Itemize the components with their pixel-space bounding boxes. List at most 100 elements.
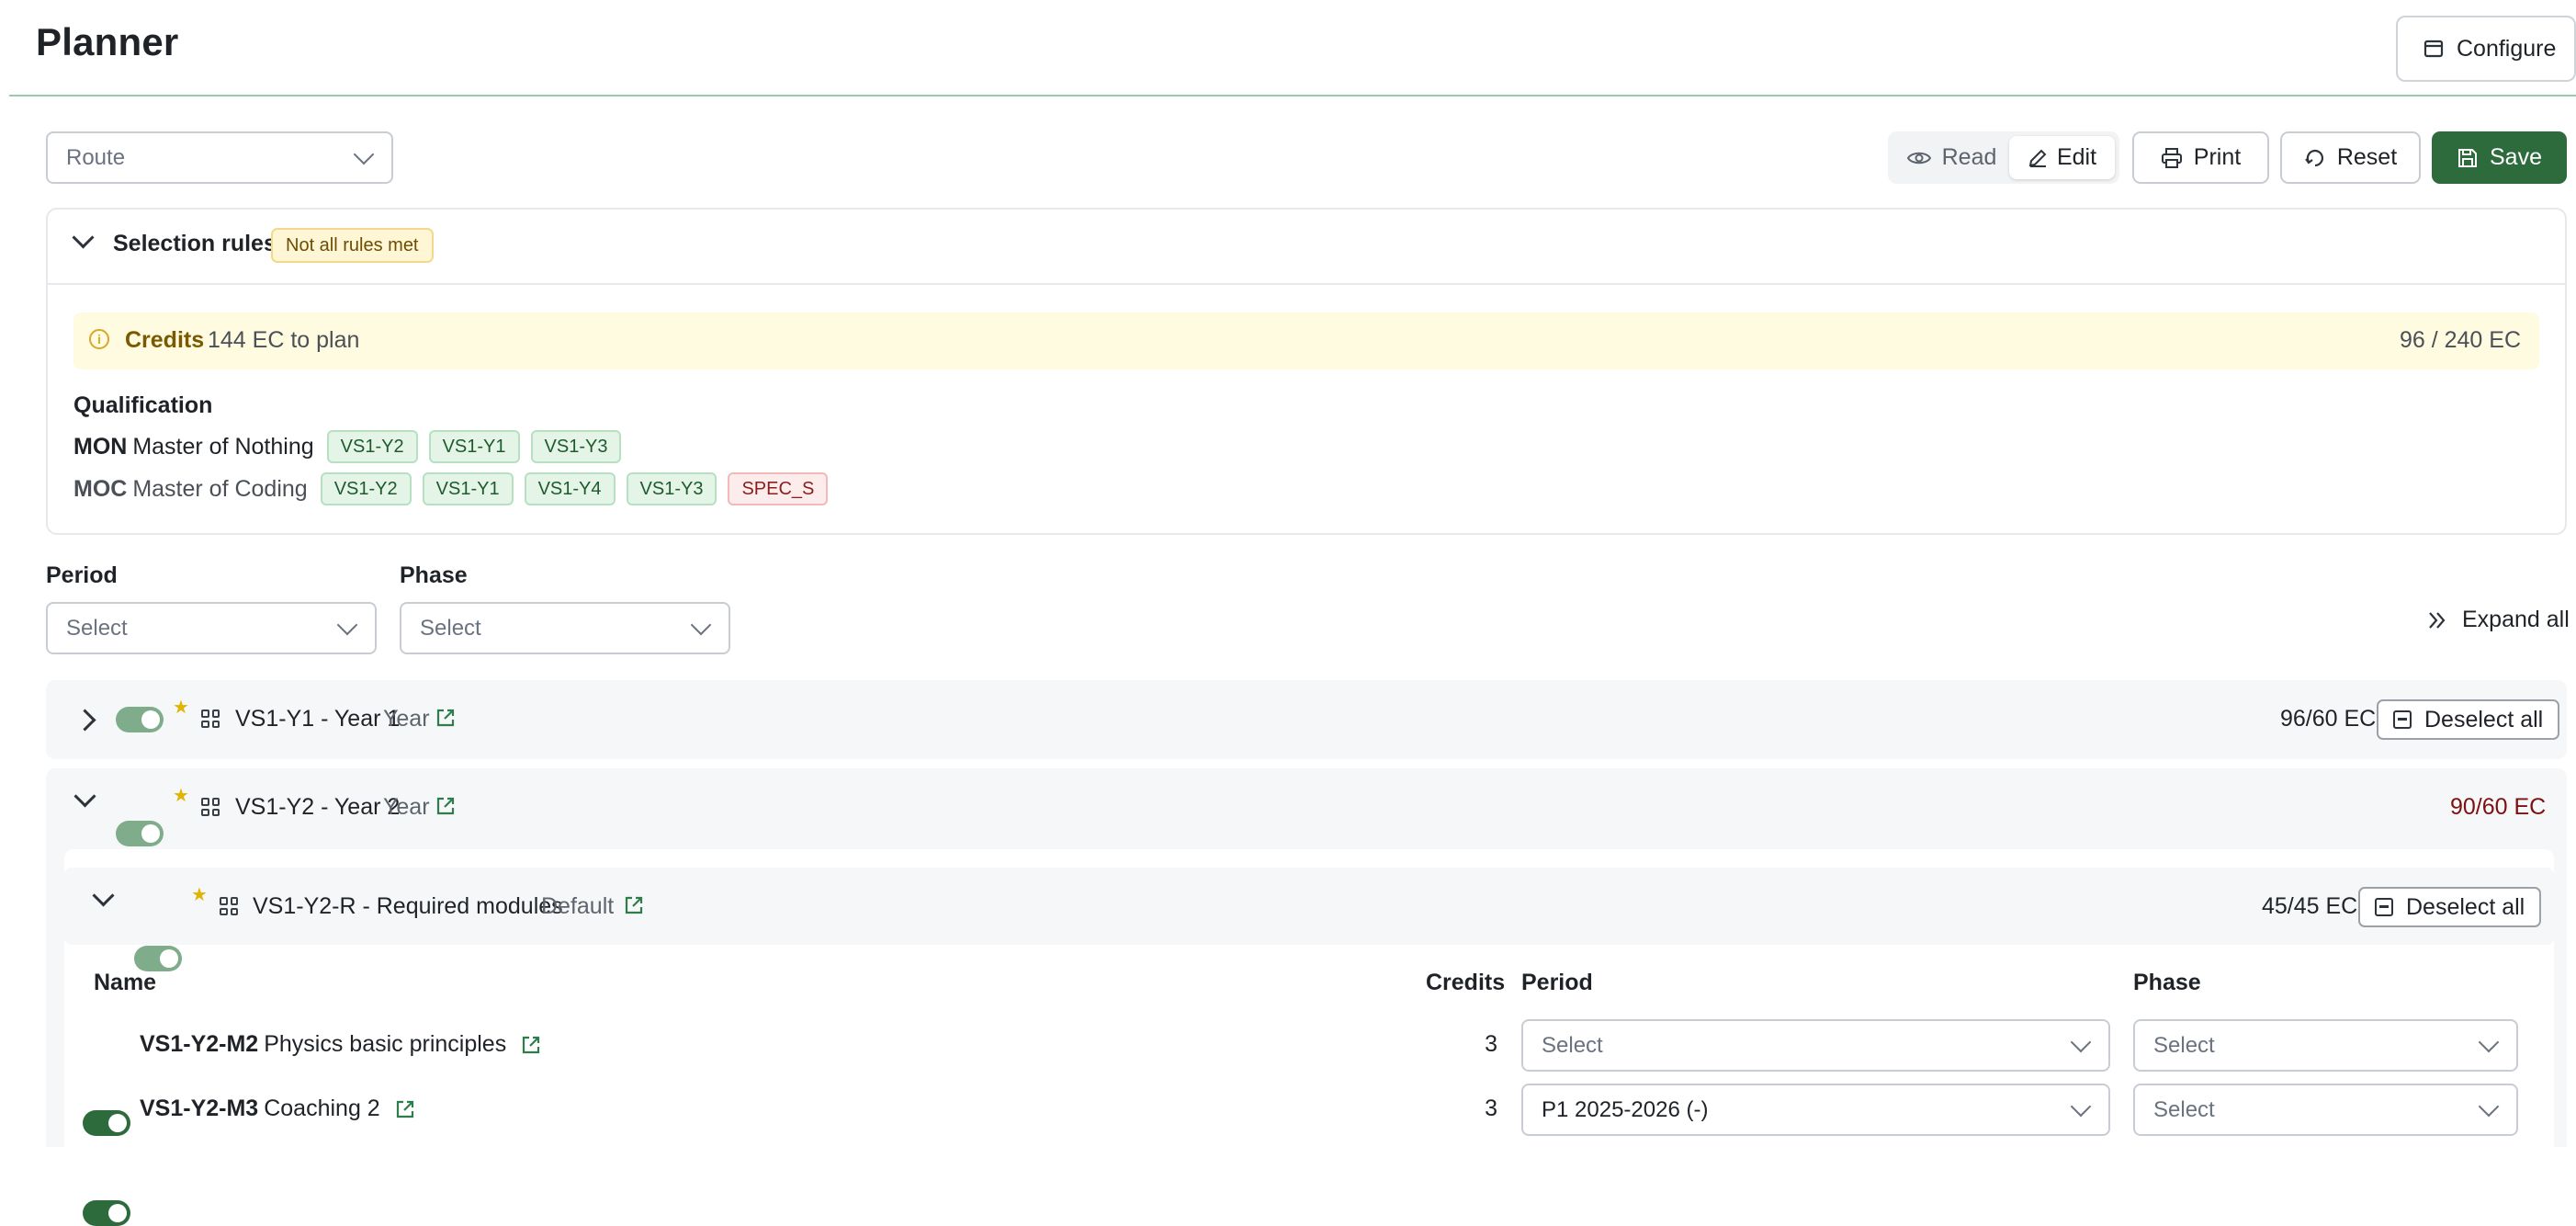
deselect-all-button[interactable]: Deselect all [2377,699,2560,740]
credits-total: 96 / 240 EC [2399,327,2521,353]
read-label: Read [1941,144,1997,170]
star-icon: ★ [191,885,208,905]
page-title: Planner [36,20,179,63]
qualification-code: MOC [73,475,128,502]
rule-tag: VS1-Y2 [326,430,418,463]
double-chevron-right-icon [2429,611,2446,629]
minus-square-icon [2393,710,2412,729]
module-period-value: P1 2025-2026 (-) [1542,1096,1709,1122]
chevron-down-icon [2478,1031,2500,1052]
group-toggle[interactable] [116,707,164,732]
qualification-row: MON Master of Nothing VS1-Y2 VS1-Y1 VS1-… [73,430,622,463]
qualification-heading: Qualification [73,392,213,418]
group-type: Year [383,706,430,732]
printer-icon [2161,147,2182,168]
module-period-select[interactable]: Select [1521,1019,2110,1072]
module-phase-value: Select [2153,1096,2215,1122]
module-code: VS1-Y2-M2 [140,1031,259,1057]
save-button[interactable]: Save [2432,131,2567,184]
grid-icon [201,798,220,816]
chevron-down-icon [690,614,712,635]
subgroup-credits: 45/45 EC [2262,893,2358,919]
grid-icon [201,709,220,728]
module-name: Physics basic principles [264,1031,507,1057]
save-label: Save [2490,144,2542,170]
print-button[interactable]: Print [2132,131,2269,184]
module-name-cell: VS1-Y2-M2 Physics basic principles [140,1031,541,1058]
configure-label: Configure [2457,35,2557,62]
edit-label: Edit [2056,144,2097,170]
subgroup-code: VS1-Y2-R - Required modules [253,893,563,919]
rules-divider [48,283,2565,285]
phase-filter-value: Select [420,615,481,641]
expand-group-toggle[interactable] [73,709,96,732]
planner-page: Planner Configure Route Read Edit Print … [0,0,2576,1226]
group-toggle[interactable] [116,821,164,846]
period-filter-value: Select [66,615,128,641]
reset-button[interactable]: Reset [2280,131,2421,184]
selection-rules-title: Selection rules [113,231,277,256]
subgroup-toggle[interactable] [134,946,182,971]
header-divider [9,95,2576,96]
qualification-row: MOC Master of Coding VS1-Y2 VS1-Y1 VS1-Y… [73,472,829,505]
rule-tag: VS1-Y1 [428,430,520,463]
module-toggle[interactable] [83,1200,130,1226]
chevron-down-icon [2070,1095,2092,1117]
group-credits: 90/60 EC [2450,794,2547,820]
rule-tag: VS1-Y2 [320,472,412,505]
route-select-value: Route [66,144,126,170]
qualification-name: Master of Nothing [132,433,314,460]
read-mode-button[interactable]: Read [1894,136,2009,179]
deselect-all-label: Deselect all [2406,893,2525,920]
column-header-credits: Credits [1426,970,1506,995]
phase-filter-select[interactable]: Select [400,602,730,654]
phase-filter-label: Phase [400,562,468,588]
external-link-icon[interactable] [435,796,456,816]
calendar-icon [2423,40,2444,58]
column-header-phase: Phase [2133,970,2201,995]
module-credits: 3 [1485,1095,1497,1121]
subgroup-type: Default [541,893,615,919]
external-link-icon[interactable] [395,1099,415,1119]
external-link-icon[interactable] [435,708,456,728]
star-icon: ★ [173,698,189,718]
rule-tag: VS1-Y4 [524,472,616,505]
rule-tag: VS1-Y1 [422,472,514,505]
configure-button[interactable]: Configure [2396,16,2576,82]
module-credits: 3 [1485,1031,1497,1057]
module-phase-select[interactable]: Select [2133,1019,2518,1072]
group-credits: 96/60 EC [2280,706,2377,732]
period-filter-select[interactable]: Select [46,602,377,654]
credits-label: Credits [125,327,205,353]
deselect-all-label: Deselect all [2424,706,2544,732]
edit-mode-button[interactable]: Edit [2009,136,2115,179]
module-period-value: Select [1542,1032,1603,1058]
chevron-right-icon [73,709,96,732]
route-select[interactable]: Route [46,131,393,184]
print-label: Print [2193,144,2242,170]
grid-icon [220,897,238,915]
module-period-select[interactable]: P1 2025-2026 (-) [1521,1084,2110,1136]
credits-to-plan: 144 EC to plan [208,327,360,353]
group-code: VS1-Y2 - Year 2 [235,794,401,820]
rules-status-badge: Not all rules met [271,228,434,263]
chevron-down-icon [2478,1095,2500,1117]
collapse-group-toggle[interactable] [73,785,96,808]
module-name: Coaching 2 [264,1095,380,1121]
eye-icon [1906,152,1931,164]
chevron-down-icon [353,143,375,165]
expand-all-button[interactable]: Expand all [2427,607,2570,633]
collapse-subgroup-toggle[interactable] [92,884,115,907]
external-link-icon[interactable] [521,1035,541,1055]
deselect-all-button[interactable]: Deselect all [2358,887,2542,927]
module-toggle[interactable] [83,1110,130,1136]
module-code: VS1-Y2-M3 [140,1095,259,1121]
reset-icon [2304,149,2323,166]
collapse-rules-toggle[interactable] [72,226,95,249]
module-name-cell: VS1-Y2-M3 Coaching 2 [140,1095,415,1122]
module-phase-select[interactable]: Select [2133,1084,2518,1136]
qualification-name: Master of Coding [132,475,308,502]
external-link-icon[interactable] [624,895,644,915]
credits-summary [73,312,2539,369]
expand-all-label: Expand all [2462,607,2570,632]
